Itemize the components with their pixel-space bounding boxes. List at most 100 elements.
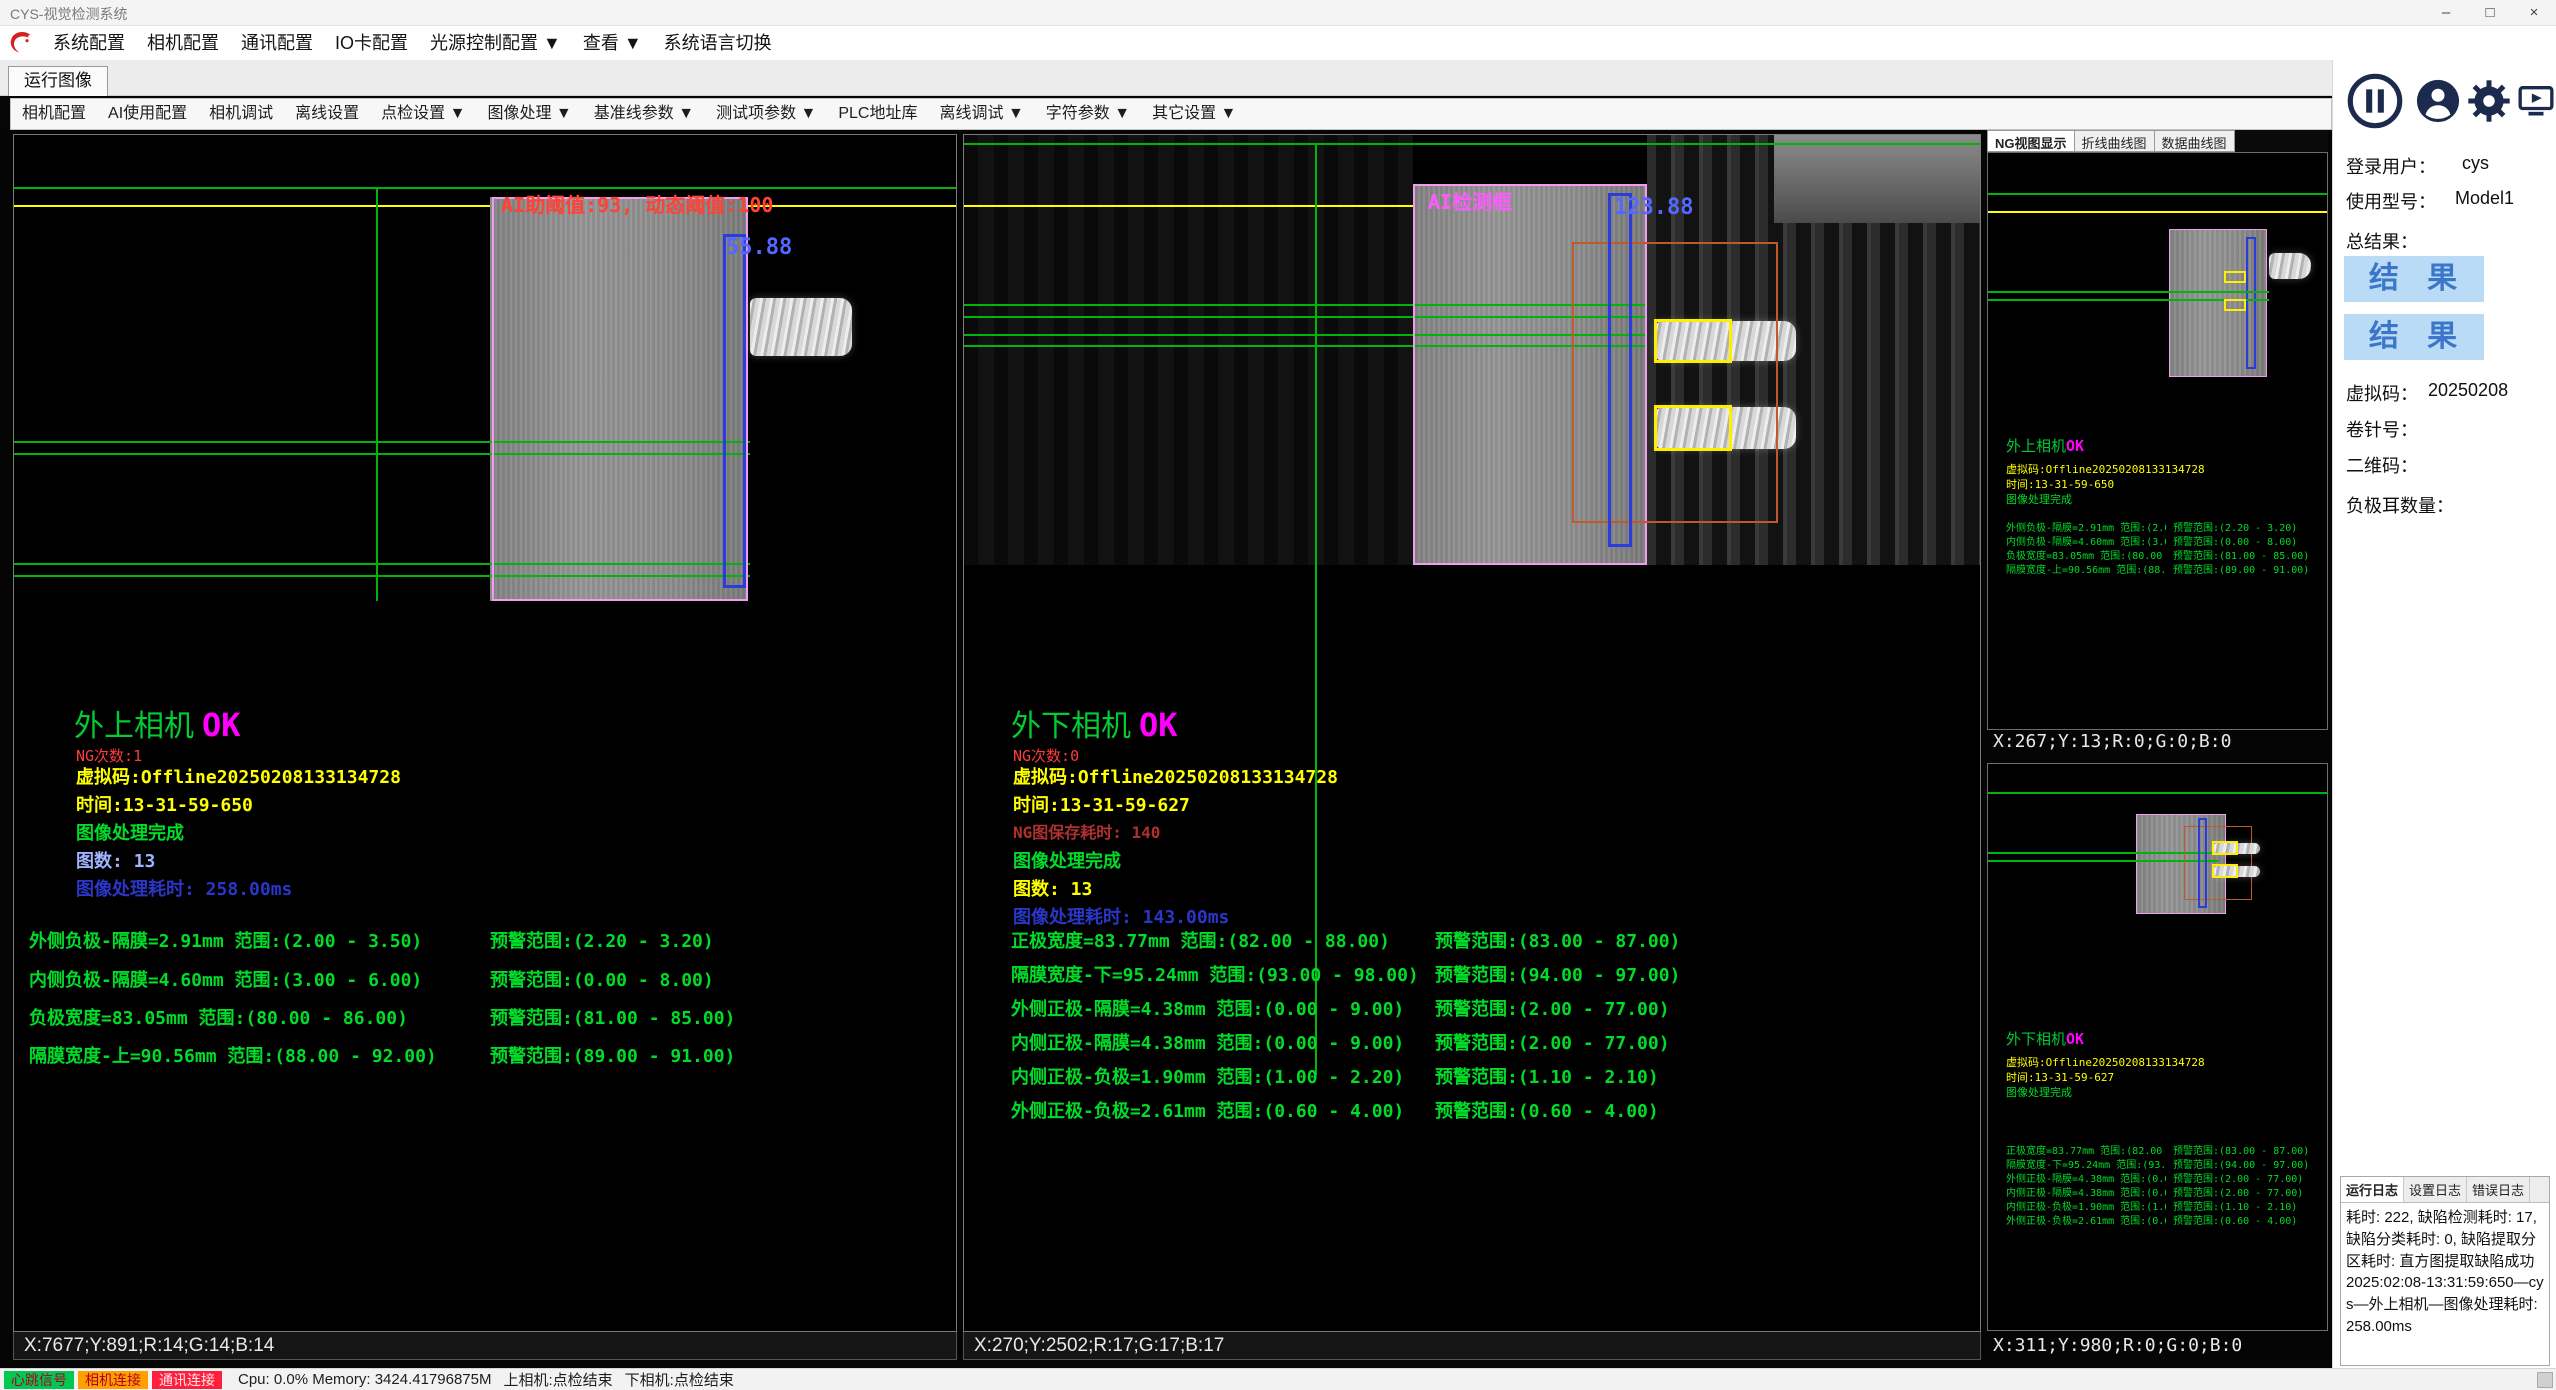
- ok-badge: OK: [1139, 706, 1178, 744]
- mini-tab-box: [2212, 864, 2238, 878]
- process-time-text: 图像处理耗时: 143.00ms: [1013, 903, 1229, 929]
- baseline-vline-green: [376, 187, 378, 601]
- tool-camera-config[interactable]: 相机配置: [11, 99, 97, 129]
- tab-run-image[interactable]: 运行图像: [8, 66, 108, 96]
- tab-settings-log[interactable]: 设置日志: [2404, 1177, 2467, 1202]
- camera-view-lower[interactable]: AI检测框 123.88 外下相机OK NG次数:0 虚拟码:Offline20…: [963, 134, 1981, 1332]
- camera-status-title: 外下相机OK: [1011, 701, 1178, 745]
- frame-count-text: 图数: 13: [1013, 875, 1092, 901]
- tab-detect-box: [1654, 405, 1732, 451]
- ng-view-lower[interactable]: 外下相机OK 虚拟码:Offline20250208133134728 时间:1…: [1987, 763, 2328, 1331]
- tool-ai-config[interactable]: AI使用配置: [97, 99, 198, 129]
- mini-warn: 预警范围:(83.00 - 87.00): [2173, 1142, 2323, 1157]
- settings-button[interactable]: [2466, 78, 2512, 124]
- menu-language-switch[interactable]: 系统语言切换: [653, 26, 783, 60]
- maximize-button[interactable]: □: [2468, 0, 2512, 26]
- user-button[interactable]: [2415, 78, 2461, 124]
- mini-warn: 预警范围:(81.00 - 85.00): [2173, 547, 2323, 562]
- time-text: 时间:13-31-59-650: [76, 791, 253, 817]
- close-button[interactable]: ×: [2512, 0, 2556, 26]
- tab-line-curve[interactable]: 折线曲线图: [2075, 130, 2155, 152]
- window-title: CYS-视觉检测系统: [10, 4, 127, 24]
- mini-warn: 预警范围:(1.10 - 2.10): [2173, 1198, 2323, 1213]
- mini-warn: 预警范围:(0.00 - 8.00): [2173, 533, 2323, 548]
- lower-camera-check-text: 下相机:点检结束: [625, 1369, 734, 1390]
- tab-run-log[interactable]: 运行日志: [2341, 1177, 2404, 1202]
- statusbar: 心跳信号 相机连接 通讯连接 Cpu: 0.0% Memory: 3424.41…: [0, 1368, 2556, 1390]
- mini-tab-box: [2224, 271, 2246, 283]
- mini-virtual-code: 虚拟码:Offline20250208133134728: [2006, 461, 2316, 477]
- tabrow: 运行图像: [0, 60, 2556, 96]
- virtual-code-label: 虚拟码：: [2346, 380, 2418, 406]
- measurement-text: 负极宽度=83.05mm 范围:(80.00 - 86.00): [29, 1004, 408, 1030]
- user-icon: [2415, 78, 2461, 124]
- minimize-button[interactable]: –: [2424, 0, 2468, 26]
- tool-offline-debug[interactable]: 离线调试 ▼: [929, 99, 1035, 129]
- menu-comm-config[interactable]: 通讯配置: [230, 26, 324, 60]
- mini-warn: 预警范围:(89.00 - 91.00): [2173, 561, 2323, 576]
- mini-warn: 预警范围:(2.20 - 3.20): [2173, 519, 2323, 534]
- menu-camera-config[interactable]: 相机配置: [136, 26, 230, 60]
- warn-range-text: 预警范围:(1.10 - 2.10): [1435, 1063, 1659, 1089]
- total-result-label: 总结果：: [2346, 228, 2418, 254]
- mini-time: 时间:13-31-59-627: [2006, 1069, 2316, 1085]
- tool-test-params[interactable]: 测试项参数 ▼: [705, 99, 827, 129]
- warn-range-text: 预警范围:(94.00 - 97.00): [1435, 961, 1680, 987]
- baseline-hline-yellow: [14, 205, 957, 207]
- pause-button[interactable]: [2347, 73, 2403, 129]
- mini-hline: [1988, 291, 2269, 293]
- baseline-hline-green: [964, 143, 1981, 145]
- tab-ng-view[interactable]: NG视图显示: [1987, 130, 2075, 152]
- mini-measure: 外侧负极-隔膜=2.91mm 范围:(2.00 - 3.50): [2006, 519, 2166, 534]
- screen-switch-button[interactable]: [2516, 76, 2556, 126]
- qr-code-label: 二维码：: [2346, 452, 2418, 478]
- warn-range-text: 预警范围:(81.00 - 85.00): [490, 1004, 735, 1030]
- tab-data-curve[interactable]: 数据曲线图: [2155, 130, 2235, 152]
- mini-measure: 内侧正极-隔膜=4.38mm 范围:(0.00 - 9.00): [2006, 1184, 2166, 1199]
- menu-light-config[interactable]: 光源控制配置 ▼: [419, 26, 572, 60]
- tool-other-settings[interactable]: 其它设置 ▼: [1141, 99, 1247, 129]
- camera-view-upper[interactable]: AI助阈值:93, 动态阈值:100 55.88 外上相机OK NG次数:1 虚…: [13, 134, 957, 1332]
- menu-system-config[interactable]: 系统配置: [42, 26, 136, 60]
- measurement-text: 外侧正极-隔膜=4.38mm 范围:(0.00 - 9.00): [1011, 995, 1404, 1021]
- ai-threshold-text: AI助阈值:93, 动态阈值:100: [501, 189, 773, 218]
- menu-view[interactable]: 查看 ▼: [572, 26, 653, 60]
- menu-io-config[interactable]: IO卡配置: [324, 26, 419, 60]
- app-logo-icon: [5, 28, 35, 58]
- tool-baseline-params[interactable]: 基准线参数 ▼: [583, 99, 705, 129]
- virtual-code-text: 虚拟码:Offline20250208133134728: [76, 763, 401, 789]
- camera-link-status-badge: 相机连接: [78, 1371, 148, 1389]
- log-tabs: 运行日志 设置日志 错误日志: [2341, 1177, 2549, 1203]
- ng-view-upper[interactable]: 外上相机OK 虚拟码:Offline20250208133134728 时间:1…: [1987, 152, 2328, 730]
- tool-plc-address[interactable]: PLC地址库: [827, 99, 928, 129]
- measurement-text: 内侧正极-隔膜=4.38mm 范围:(0.00 - 9.00): [1011, 1029, 1404, 1055]
- virtual-code-text: 虚拟码:Offline20250208133134728: [1013, 763, 1338, 789]
- electrode-tab-image: [750, 298, 852, 356]
- model-value: Model1: [2455, 188, 2514, 209]
- mini-tab-box: [2212, 841, 2238, 855]
- warn-range-text: 预警范围:(2.00 - 77.00): [1435, 1029, 1670, 1055]
- process-done-text: 图像处理完成: [1013, 847, 1121, 873]
- mini-electrode-tab: [2269, 253, 2311, 279]
- tool-spotcheck-setting[interactable]: 点检设置 ▼: [370, 99, 476, 129]
- tool-image-process[interactable]: 图像处理 ▼: [476, 99, 582, 129]
- warn-range-text: 预警范围:(89.00 - 91.00): [490, 1042, 735, 1068]
- menubar: 系统配置 相机配置 通讯配置 IO卡配置 光源控制配置 ▼ 查看 ▼ 系统语言切…: [0, 26, 2556, 60]
- roll-needle-label: 卷针号：: [2346, 416, 2418, 442]
- tool-offline-setting[interactable]: 离线设置: [284, 99, 370, 129]
- result-badge-lower: 结 果: [2344, 314, 2484, 360]
- mini-virtual-code: 虚拟码:Offline20250208133134728: [2006, 1054, 2316, 1070]
- warn-range-text: 预警范围:(2.00 - 77.00): [1435, 995, 1670, 1021]
- pause-icon: [2347, 73, 2403, 129]
- tab-error-log[interactable]: 错误日志: [2467, 1177, 2530, 1202]
- heartbeat-status-badge: 心跳信号: [4, 1371, 74, 1389]
- statusbar-resize-grip[interactable]: [2537, 1372, 2553, 1388]
- tool-char-params[interactable]: 字符参数 ▼: [1035, 99, 1141, 129]
- app-window: CYS-视觉检测系统 – □ × 系统配置 相机配置 通讯配置 IO卡配置 光源…: [0, 0, 2556, 1390]
- virtual-code-value: 20250208: [2428, 380, 2508, 401]
- warn-range-text: 预警范围:(0.60 - 4.00): [1435, 1097, 1659, 1123]
- tool-camera-debug[interactable]: 相机调试: [198, 99, 284, 129]
- camera-name: 外下相机: [1011, 709, 1131, 744]
- machine-light-block: [1774, 135, 1981, 223]
- ok-badge: OK: [202, 706, 241, 744]
